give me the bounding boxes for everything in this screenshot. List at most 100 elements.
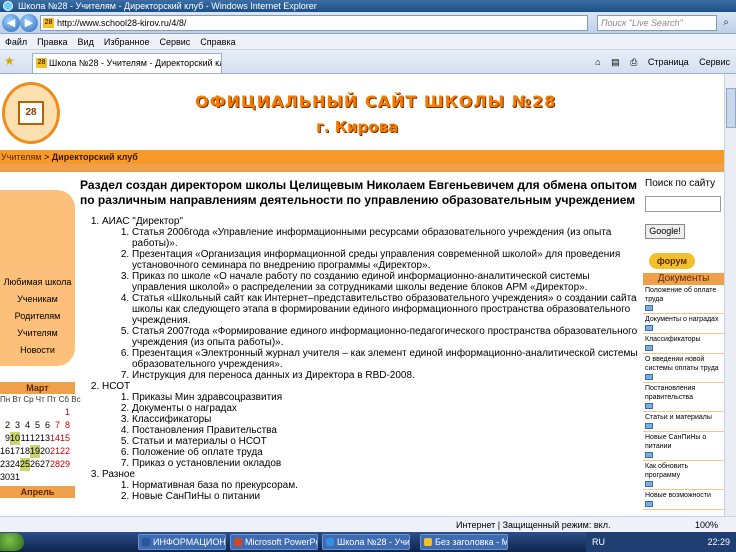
menu-file[interactable]: Файл [0, 34, 32, 50]
taskbar-button[interactable]: Microsoft PowerPoi... [230, 534, 318, 550]
calendar-day[interactable]: 14 [50, 432, 60, 445]
calendar-day[interactable]: 28 [50, 458, 60, 471]
calendar-day[interactable]: 18 [20, 445, 30, 458]
breadcrumb-parent[interactable]: Учителям [1, 152, 41, 162]
menu-help[interactable]: Справка [195, 34, 240, 50]
calendar-day[interactable]: 15 [60, 432, 70, 445]
breadcrumb-current: Директорский клуб [51, 152, 138, 162]
calendar-day[interactable]: 2 [0, 419, 10, 432]
article-link[interactable]: Новые СанПиНы о питании [132, 491, 640, 502]
calendar-day[interactable]: 21 [50, 445, 60, 458]
calendar-day[interactable]: 25 [20, 458, 30, 471]
search-input[interactable]: Поиск "Live Search" [597, 15, 717, 31]
print-icon[interactable]: ⎙ [630, 57, 637, 67]
calendar-day[interactable]: 19 [30, 445, 40, 458]
menu-edit[interactable]: Правка [32, 34, 72, 50]
taskbar-button[interactable]: Школа №28 - Учит... [322, 534, 410, 550]
menu-tools[interactable]: Сервис [154, 34, 195, 50]
search-icon[interactable]: ⌕ [719, 16, 733, 30]
url-input[interactable]: 28 http://www.school28-kirov.ru/4/8/ [40, 15, 588, 31]
article-link[interactable]: Документы о наградах [132, 403, 640, 414]
calendar-day[interactable]: 8 [60, 419, 70, 432]
article-link[interactable]: Инструкция для переноса данных из Директ… [132, 370, 640, 381]
taskbar-button[interactable]: ИНФОРМАЦИОНН... [138, 534, 226, 550]
refresh-icon[interactable] [590, 15, 594, 31]
menu-item-teachers[interactable]: Учителям [0, 325, 75, 342]
article-link[interactable]: Положение об оплате труда [132, 447, 640, 458]
calendar-day[interactable]: 27 [40, 458, 50, 471]
document-link[interactable]: Статьи и материалы [643, 412, 724, 432]
document-link[interactable]: Новые возможности [643, 490, 724, 510]
calendar-day[interactable]: 31 [10, 471, 20, 484]
article-link[interactable]: Статья 2007года «Формирование единого ин… [132, 326, 640, 348]
language-indicator[interactable]: RU [592, 537, 605, 547]
calendar-day[interactable]: 23 [0, 458, 10, 471]
calendar-day[interactable]: 11 [20, 432, 30, 445]
calendar-day[interactable]: 30 [0, 471, 10, 484]
calendar-day[interactable]: 1 [60, 406, 70, 419]
vertical-scrollbar[interactable] [724, 74, 736, 516]
menu-item-parents[interactable]: Родителям [0, 308, 75, 325]
article-link[interactable]: Презентация «Электронный журнал учителя … [132, 348, 640, 370]
document-link[interactable]: Положение об оплате труда [643, 285, 724, 314]
google-search-button[interactable]: Google! [645, 224, 685, 239]
document-link[interactable]: Документы о наградах [643, 314, 724, 334]
document-link[interactable]: Постановления правительства [643, 383, 724, 412]
zoom-level[interactable]: 100% [695, 517, 718, 533]
calendar-next-month[interactable]: Апрель [0, 486, 75, 498]
article-link[interactable]: Приказ о установлении окладов [132, 458, 640, 469]
calendar-day[interactable]: 7 [50, 419, 60, 432]
calendar-day[interactable]: 5 [30, 419, 40, 432]
calendar-day[interactable]: 3 [10, 419, 20, 432]
menu-item-school[interactable]: Любимая школа [0, 274, 75, 291]
document-link[interactable]: О введении новой системы оплаты труда [643, 354, 724, 383]
calendar-day[interactable]: 9 [0, 432, 10, 445]
home-icon[interactable]: ⌂ [595, 57, 600, 67]
back-icon[interactable]: ◀ [2, 14, 20, 32]
menu-item-news[interactable]: Новости [0, 342, 75, 359]
calendar-day[interactable]: 13 [40, 432, 50, 445]
calendar-day[interactable]: 22 [60, 445, 70, 458]
menu-item-students[interactable]: Ученикам [0, 291, 75, 308]
forward-icon[interactable]: ▶ [20, 14, 38, 32]
document-link[interactable]: Классификаторы [643, 334, 724, 354]
calendar-day[interactable]: 26 [30, 458, 40, 471]
school-logo[interactable]: 28 [2, 82, 60, 144]
article-link[interactable]: Приказ по школе «О начале работу по созд… [132, 271, 640, 293]
calendar-day[interactable]: 12 [30, 432, 40, 445]
page-menu[interactable]: Страница [648, 57, 689, 67]
article-link[interactable]: Статьи и материалы о НСОТ [132, 436, 640, 447]
calendar-day[interactable]: 4 [20, 419, 30, 432]
start-button[interactable] [0, 533, 24, 551]
calendar-day[interactable]: 17 [10, 445, 20, 458]
menu-favorites[interactable]: Избранное [99, 34, 155, 50]
security-zone[interactable]: Интернет | Защищенный режим: вкл. [456, 517, 610, 533]
calendar-day[interactable]: 29 [60, 458, 70, 471]
document-link[interactable]: Новые СанПиНы о питании [643, 432, 724, 461]
calendar-day[interactable]: 24 [10, 458, 20, 471]
calendar-day[interactable]: 20 [40, 445, 50, 458]
feeds-icon[interactable]: ▤ [611, 57, 620, 67]
scroll-thumb[interactable] [726, 88, 736, 128]
forum-button[interactable]: форум [649, 253, 695, 269]
tools-menu[interactable]: Сервис [699, 57, 730, 67]
calendar-day[interactable]: 10 [10, 432, 20, 445]
document-link[interactable]: Как обновить программу [643, 461, 724, 490]
article-link[interactable]: Нормативная база по прекурсорам. [132, 480, 640, 491]
article-link[interactable]: Статья «Школьный сайт как Интернет–предс… [132, 293, 640, 326]
favorites-star-icon[interactable]: ★ [4, 54, 15, 68]
article-link[interactable]: Классификаторы [132, 414, 640, 425]
article-link[interactable]: Статья 2006года «Управление информационн… [132, 227, 640, 249]
site-search-input[interactable] [645, 196, 721, 212]
breadcrumb-separator: > [41, 152, 52, 162]
calendar-day[interactable]: 16 [0, 445, 10, 458]
calendar-day[interactable]: 6 [40, 419, 50, 432]
calendar-month[interactable]: Март [0, 382, 75, 394]
taskbar-button[interactable]: Без заголовка - Mic... [420, 534, 508, 550]
documents-list: Положение об оплате труда Документы о наг… [643, 285, 724, 510]
menu-view[interactable]: Вид [73, 34, 99, 50]
article-link[interactable]: Презентация «Организация информационной … [132, 249, 640, 271]
article-link[interactable]: Постановления Правительства [132, 425, 640, 436]
article-link[interactable]: Приказы Мин здравсоцразвития [132, 392, 640, 403]
browser-tab[interactable]: 28 Школа №28 - Учителям - Директорский к… [32, 53, 222, 73]
